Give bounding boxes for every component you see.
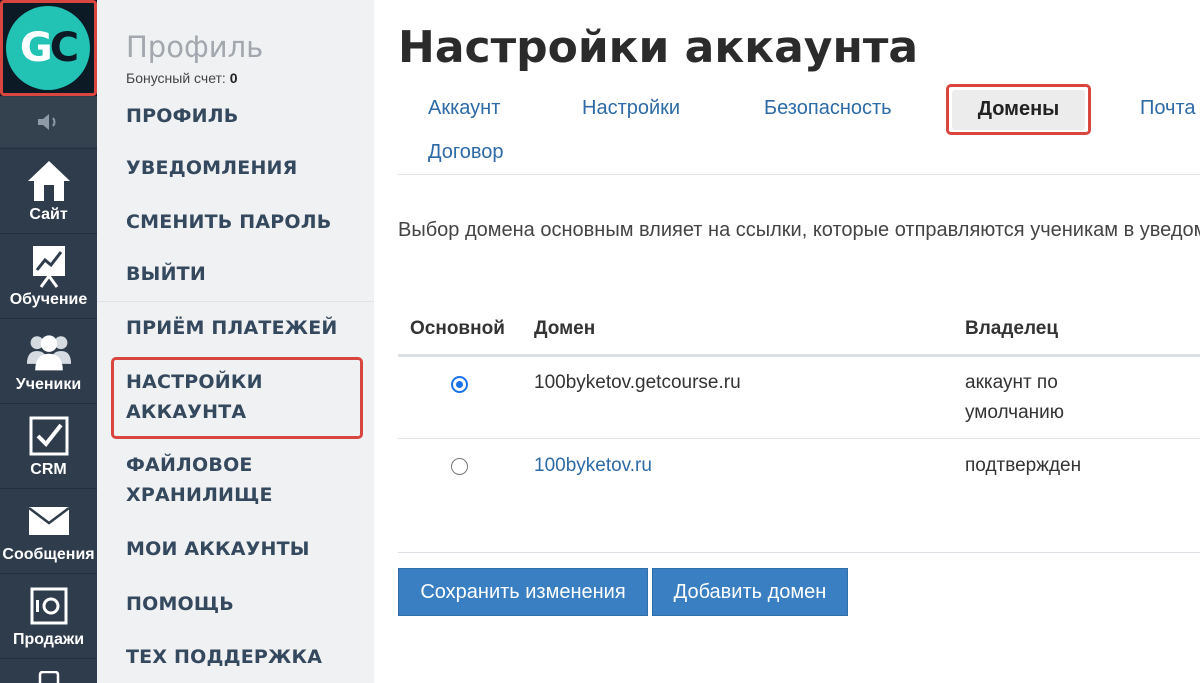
table-row-divider bbox=[398, 438, 1200, 439]
domain-owner-line1: аккаунт по bbox=[965, 372, 1058, 393]
logo[interactable]: GC bbox=[0, 0, 97, 96]
tab-mail[interactable]: Почта bbox=[1140, 97, 1196, 120]
tab-settings[interactable]: Настройки bbox=[582, 97, 680, 120]
domain-link[interactable]: 100byketov.ru bbox=[534, 451, 652, 481]
column-header-primary: Основной bbox=[410, 318, 505, 339]
menu-item-file-storage-line1: ФАЙЛОВОЕ bbox=[126, 454, 253, 476]
menu-item-notifications[interactable]: УВЕДОМЛЕНИЯ bbox=[126, 153, 297, 183]
bonus-label: Бонусный счет: bbox=[126, 70, 226, 86]
menu-item-logout[interactable]: ВЫЙТИ bbox=[126, 259, 206, 289]
profile-menu: Профиль Бонусный счет: 0 ПРОФИЛЬ УВЕДОМЛ… bbox=[97, 0, 374, 683]
add-domain-button[interactable]: Добавить домен bbox=[652, 568, 848, 616]
rail-item-learning[interactable]: Обучение bbox=[0, 233, 97, 317]
domain-owner-line2: умолчанию bbox=[965, 402, 1064, 423]
logo-highlight-frame bbox=[0, 0, 97, 96]
tab-contract[interactable]: Договор bbox=[428, 141, 504, 164]
checkbox-icon bbox=[29, 416, 68, 456]
tab-security[interactable]: Безопасность bbox=[764, 97, 892, 120]
rail-item-crm[interactable]: CRM bbox=[0, 403, 97, 487]
speaker-icon bbox=[37, 114, 55, 130]
envelope-icon bbox=[27, 507, 70, 535]
domain-name: 100byketov.getcourse.ru bbox=[534, 372, 741, 393]
menu-item-my-accounts[interactable]: МОИ АККАУНТЫ bbox=[126, 534, 310, 564]
column-header-domain: Домен bbox=[534, 318, 596, 339]
home-icon bbox=[27, 161, 70, 201]
rail-item-messages[interactable]: Сообщения bbox=[0, 488, 97, 572]
menu-item-profile[interactable]: ПРОФИЛЬ bbox=[126, 101, 238, 131]
menu-item-help[interactable]: ПОМОЩЬ bbox=[126, 589, 234, 619]
domain-owner: аккаунт по умолчанию bbox=[965, 368, 1064, 428]
menu-item-payments[interactable]: ПРИЁМ ПЛАТЕЖЕЙ bbox=[126, 313, 338, 343]
rail-label-students: Ученики bbox=[15, 376, 82, 393]
rail-label-crm: CRM bbox=[30, 461, 67, 478]
rail-item-students[interactable]: Ученики bbox=[0, 318, 97, 402]
menu-item-change-password[interactable]: СМЕНИТЬ ПАРОЛЬ bbox=[126, 207, 331, 237]
tab-domains-label: Домены bbox=[952, 89, 1085, 130]
menu-item-tech-support[interactable]: ТЕХ ПОДДЕРЖКА bbox=[126, 642, 322, 672]
tab-domains[interactable]: Домены bbox=[946, 84, 1091, 135]
rail-label-messages: Сообщения bbox=[2, 546, 95, 563]
bonus-value: 0 bbox=[229, 70, 238, 86]
domain-owner: подтвержден bbox=[965, 455, 1082, 476]
menu-divider bbox=[97, 301, 374, 302]
table-footer-divider bbox=[398, 552, 1200, 553]
menu-title: Профиль bbox=[126, 30, 264, 64]
tabs-divider bbox=[398, 174, 1200, 175]
rail-item-more[interactable] bbox=[0, 658, 97, 683]
tab-account[interactable]: Аккаунт bbox=[428, 97, 500, 120]
safe-icon bbox=[30, 587, 67, 625]
users-icon bbox=[26, 335, 71, 371]
table-header-divider bbox=[398, 354, 1200, 357]
rail-item-site[interactable]: Сайт bbox=[0, 148, 97, 232]
rail-label-learning: Обучение bbox=[9, 291, 88, 308]
page-title: Настройки аккаунта bbox=[398, 22, 919, 73]
menu-item-file-storage-line2: ХРАНИЛИЩЕ bbox=[126, 484, 273, 506]
save-changes-button[interactable]: Сохранить изменения bbox=[398, 568, 648, 616]
menu-item-file-storage[interactable]: ФАЙЛОВОЕ ХРАНИЛИЩЕ bbox=[126, 450, 273, 510]
primary-domain-radio[interactable] bbox=[451, 376, 468, 393]
column-header-owner: Владелец bbox=[965, 318, 1059, 339]
primary-domain-radio[interactable] bbox=[451, 458, 468, 475]
rail-item-sales[interactable]: Продажи bbox=[0, 573, 97, 657]
rail-label-site: Сайт bbox=[29, 206, 68, 223]
bonus-score: Бонусный счет: 0 bbox=[126, 70, 238, 86]
icon-rail: GC Сайт Обучение Ученики CRM Сообщения П… bbox=[0, 0, 97, 683]
rail-label-sales: Продажи bbox=[12, 631, 85, 648]
domain-description: Выбор домена основным влияет на ссылки, … bbox=[398, 219, 1200, 241]
menu-highlight-frame bbox=[111, 357, 363, 439]
sound-toggle[interactable] bbox=[0, 97, 97, 147]
device-icon bbox=[38, 671, 59, 683]
chart-board-icon bbox=[32, 246, 65, 288]
